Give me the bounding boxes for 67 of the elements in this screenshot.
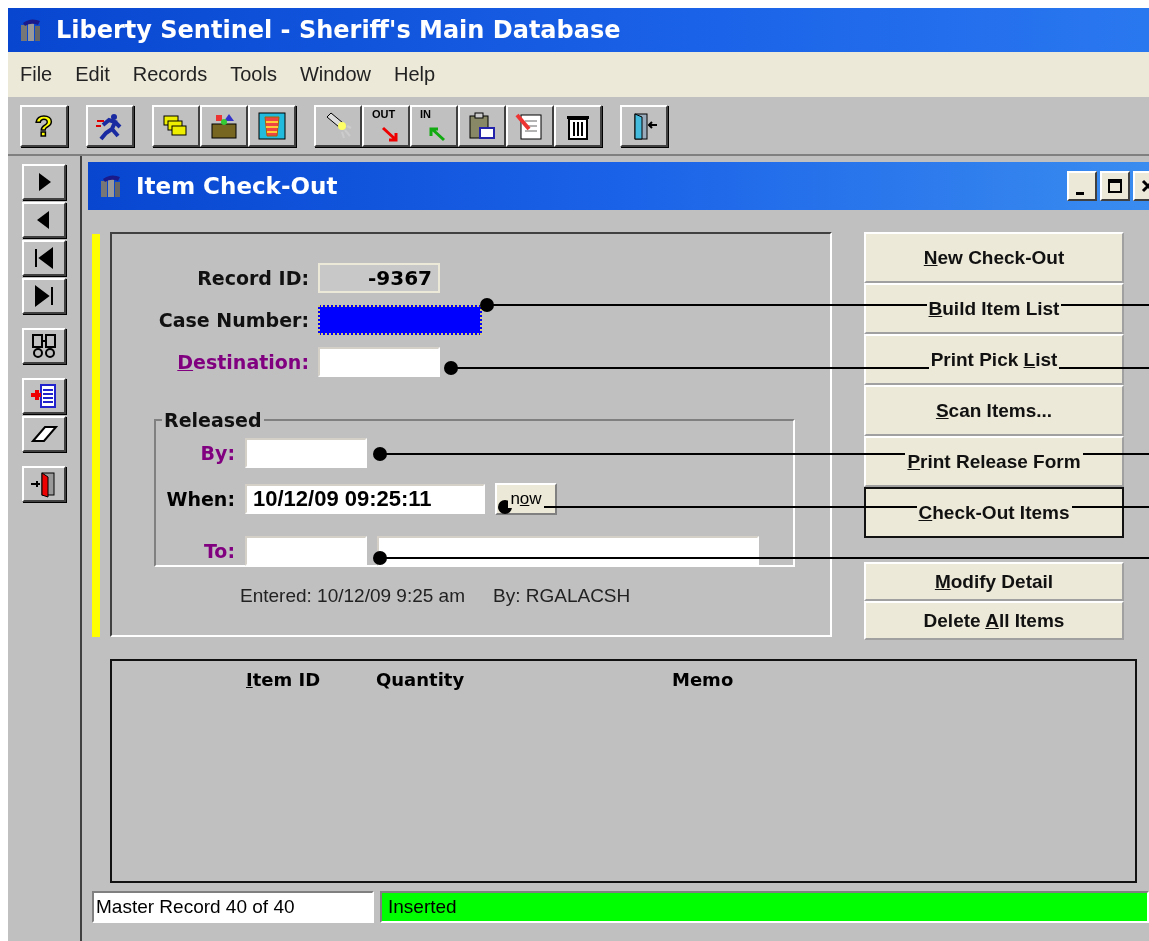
prev-button[interactable]	[22, 202, 66, 238]
menu-item[interactable]: Help	[394, 63, 436, 86]
destination-field[interactable]	[318, 347, 440, 377]
maximize-button[interactable]	[1100, 171, 1130, 201]
runner-button[interactable]	[86, 104, 134, 147]
door-button[interactable]	[620, 104, 668, 147]
window-title: Liberty Sentinel - Sheriff's Main Database	[56, 16, 621, 44]
minimize-button[interactable]	[1067, 171, 1097, 201]
binoculars-icon	[29, 331, 59, 361]
basket-icon	[257, 110, 287, 141]
arrow-icon	[380, 125, 400, 142]
action-button[interactable]: Check-Out Items	[864, 487, 1124, 538]
field-label: By:	[199, 442, 235, 464]
clipboard-button[interactable]	[458, 104, 506, 147]
field-label: To:	[202, 540, 235, 562]
flashlight-button[interactable]	[314, 104, 362, 147]
maximize-icon	[1107, 178, 1123, 194]
basket-button[interactable]	[248, 104, 296, 147]
released-by-field[interactable]	[245, 438, 367, 468]
next-button[interactable]	[22, 164, 66, 200]
action-button[interactable]: Print Pick List	[864, 334, 1124, 385]
binoculars-button[interactable]	[22, 328, 66, 364]
action-button[interactable]: Scan Items...	[864, 385, 1124, 436]
insert-list-icon	[29, 381, 59, 411]
action-button[interactable]: Delete All Items	[864, 601, 1124, 640]
menu-item[interactable]: Records	[132, 63, 208, 86]
now-button[interactable]: now	[495, 483, 557, 515]
in-button[interactable]: IN	[410, 104, 458, 147]
entered-by: By: RGALACSH	[493, 585, 631, 607]
field-label: Case Number:	[157, 309, 309, 331]
column-header: Item ID	[246, 669, 322, 690]
released-when-field[interactable]: 10/12/09 09:25:11	[245, 484, 485, 514]
menu-item[interactable]: Window	[299, 63, 372, 86]
record-state-status: Inserted	[380, 891, 1149, 923]
eraser-button[interactable]	[22, 416, 66, 452]
first-button[interactable]	[22, 240, 66, 276]
column-header: Quantity	[376, 669, 466, 690]
notepad-button[interactable]	[506, 104, 554, 147]
last-button[interactable]	[22, 278, 66, 314]
entered-timestamp: Entered: 10/12/09 9:25 am	[240, 585, 465, 607]
record-position-status: Master Record 40 of 40	[92, 891, 374, 923]
record-id-field: -9367	[318, 263, 440, 293]
released-to-detail-field[interactable]	[377, 536, 759, 566]
group-title: Released	[163, 409, 263, 431]
menu-item[interactable]: File	[20, 63, 53, 86]
action-button[interactable]: New Check-Out	[864, 232, 1124, 283]
clipboard-icon	[467, 110, 497, 141]
field-label: Destination:	[176, 351, 309, 373]
menu-item[interactable]: Edit	[75, 63, 110, 86]
trash-button[interactable]	[554, 104, 602, 147]
out-button[interactable]: OUT	[362, 104, 410, 147]
case-number-field[interactable]	[318, 305, 482, 335]
menu-item[interactable]: Tools	[230, 63, 277, 86]
column-header: Memo	[672, 669, 734, 690]
child-window-title: Item Check-Out	[136, 173, 338, 199]
cards-button[interactable]	[152, 104, 200, 147]
exit-button[interactable]	[22, 466, 66, 502]
released-to-field[interactable]	[245, 536, 367, 566]
action-button[interactable]: Print Release Form	[864, 436, 1124, 487]
arrow-icon	[428, 125, 448, 142]
action-button[interactable]: Modify Detail	[864, 562, 1124, 601]
box-button[interactable]	[200, 104, 248, 147]
insert-button[interactable]	[22, 378, 66, 414]
field-label: When:	[165, 488, 235, 510]
minimize-icon	[1076, 191, 1084, 195]
action-button[interactable]: Build Item List	[864, 283, 1124, 334]
field-label: Record ID:	[196, 267, 309, 289]
